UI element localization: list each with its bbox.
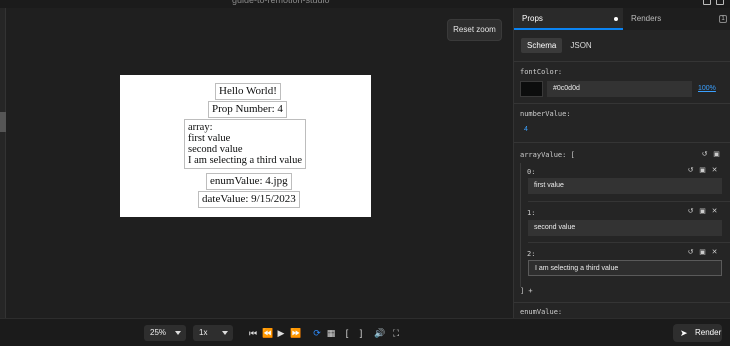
playback-speed-select[interactable]: 1x [193, 325, 233, 341]
array-item-input[interactable]: I am selecting a third value [528, 260, 722, 276]
layout-toggles [703, 0, 724, 5]
divider [528, 242, 730, 243]
preview-array-box: array: first value second value I am sel… [184, 119, 306, 169]
title-bar: guide-to-remotion-studio [0, 0, 730, 8]
json-mode-button[interactable]: JSON [564, 38, 597, 53]
save-icon[interactable]: ▣ [699, 167, 706, 175]
render-button-label: Render [695, 328, 722, 337]
divider [514, 142, 730, 143]
zoom-select-value: 25% [150, 328, 167, 337]
toggle-right-panel-icon[interactable] [716, 0, 724, 5]
window-title: guide-to-remotion-studio [232, 0, 330, 5]
out-point-icon[interactable]: ] [356, 327, 366, 339]
step-back-icon[interactable]: ⏪ [262, 327, 273, 339]
jump-to-start-icon[interactable]: ⏮ [248, 327, 258, 339]
props-panel: Props Renders 1 Schema JSON fontColor: #… [513, 8, 730, 318]
undo-icon[interactable]: ↺ [701, 151, 708, 159]
font-color-input[interactable]: #0c0d0d [547, 81, 692, 97]
divider [514, 61, 730, 62]
renders-count-badge: 1 [719, 15, 727, 23]
left-sidebar-collapsed [0, 8, 6, 318]
tab-renders[interactable]: Renders 1 [623, 8, 730, 30]
play-icon[interactable]: ▶ [276, 327, 286, 339]
composition-preview: Hello World! Prop Number: 4 array: first… [120, 75, 371, 217]
number-value-label: numberValue: [520, 110, 571, 118]
toggle-left-panel-icon[interactable] [703, 0, 711, 5]
playback-toolbar: 25% 1x ⏮ ⏪ ▶ ⏩ ⟳ ▦ [ ] 🔊 ⛶ ➤ Render [0, 318, 730, 346]
item-controls: ↺ ▣ ✕ [687, 167, 718, 175]
font-color-opacity[interactable]: 100% [698, 85, 716, 92]
speed-select-value: 1x [199, 328, 208, 337]
panel-tabs: Props Renders 1 [514, 8, 730, 30]
preview-array-line: array: [188, 122, 213, 133]
tab-renders-label: Renders [631, 14, 662, 23]
unsaved-dot-icon [614, 17, 618, 21]
save-icon[interactable]: ▣ [699, 249, 706, 257]
item-controls: ↺ ▣ ✕ [687, 249, 718, 257]
mode-switch: Schema JSON [521, 38, 598, 53]
preview-array-line: I am selecting a third value [188, 155, 302, 166]
step-forward-icon[interactable]: ⏩ [290, 327, 301, 339]
tab-props-label: Props [522, 14, 543, 23]
array-controls: ↺ ▣ [701, 151, 720, 159]
divider [514, 103, 730, 104]
close-icon[interactable]: ✕ [711, 167, 718, 175]
render-button[interactable]: ➤ Render [673, 324, 722, 342]
array-item-input[interactable]: second value [528, 220, 722, 236]
close-icon[interactable]: ✕ [711, 249, 718, 257]
font-color-swatch[interactable] [520, 81, 543, 97]
array-item-index: 0: [527, 168, 536, 176]
rocket-icon: ➤ [680, 328, 688, 338]
volume-icon[interactable]: 🔊 [374, 327, 385, 339]
array-close-add[interactable]: ] + [520, 287, 533, 295]
array-item-index: 1: [527, 209, 536, 217]
chevron-down-icon [222, 331, 228, 335]
number-value-input[interactable]: 4 [524, 126, 528, 133]
array-value-label: arrayValue: [ [520, 151, 575, 159]
preview-hello-text: Hello World! [215, 83, 281, 100]
loop-icon[interactable]: ⟳ [312, 327, 322, 339]
enum-value-label: enumValue: [520, 308, 563, 316]
undo-icon[interactable]: ↺ [687, 249, 694, 257]
zoom-select[interactable]: 25% [144, 325, 186, 341]
checkerboard-icon[interactable]: ▦ [326, 327, 336, 339]
undo-icon[interactable]: ↺ [687, 208, 694, 216]
close-icon[interactable]: ✕ [711, 208, 718, 216]
array-item-input[interactable]: first value [528, 178, 722, 194]
divider [514, 302, 730, 303]
preview-array-line: first value [188, 133, 231, 144]
preview-date-value: dateValue: 9/15/2023 [198, 191, 300, 208]
tab-props[interactable]: Props [514, 8, 623, 30]
sidebar-resize-handle[interactable] [0, 112, 6, 132]
fullscreen-icon[interactable]: ⛶ [391, 327, 401, 339]
undo-icon[interactable]: ↺ [687, 167, 694, 175]
in-point-icon[interactable]: [ [342, 327, 352, 339]
preview-array-line: second value [188, 144, 243, 155]
chevron-down-icon [175, 331, 181, 335]
array-item-index: 2: [527, 250, 536, 258]
divider [528, 201, 730, 202]
preview-prop-number: Prop Number: 4 [208, 101, 287, 118]
reset-zoom-button[interactable]: Reset zoom [447, 19, 502, 41]
schema-mode-button[interactable]: Schema [521, 38, 563, 53]
save-icon[interactable]: ▣ [699, 208, 706, 216]
font-color-label: fontColor: [520, 68, 563, 76]
item-controls: ↺ ▣ ✕ [687, 208, 718, 216]
preview-enum-value: enumValue: 4.jpg [206, 173, 292, 190]
save-icon[interactable]: ▣ [713, 151, 720, 159]
